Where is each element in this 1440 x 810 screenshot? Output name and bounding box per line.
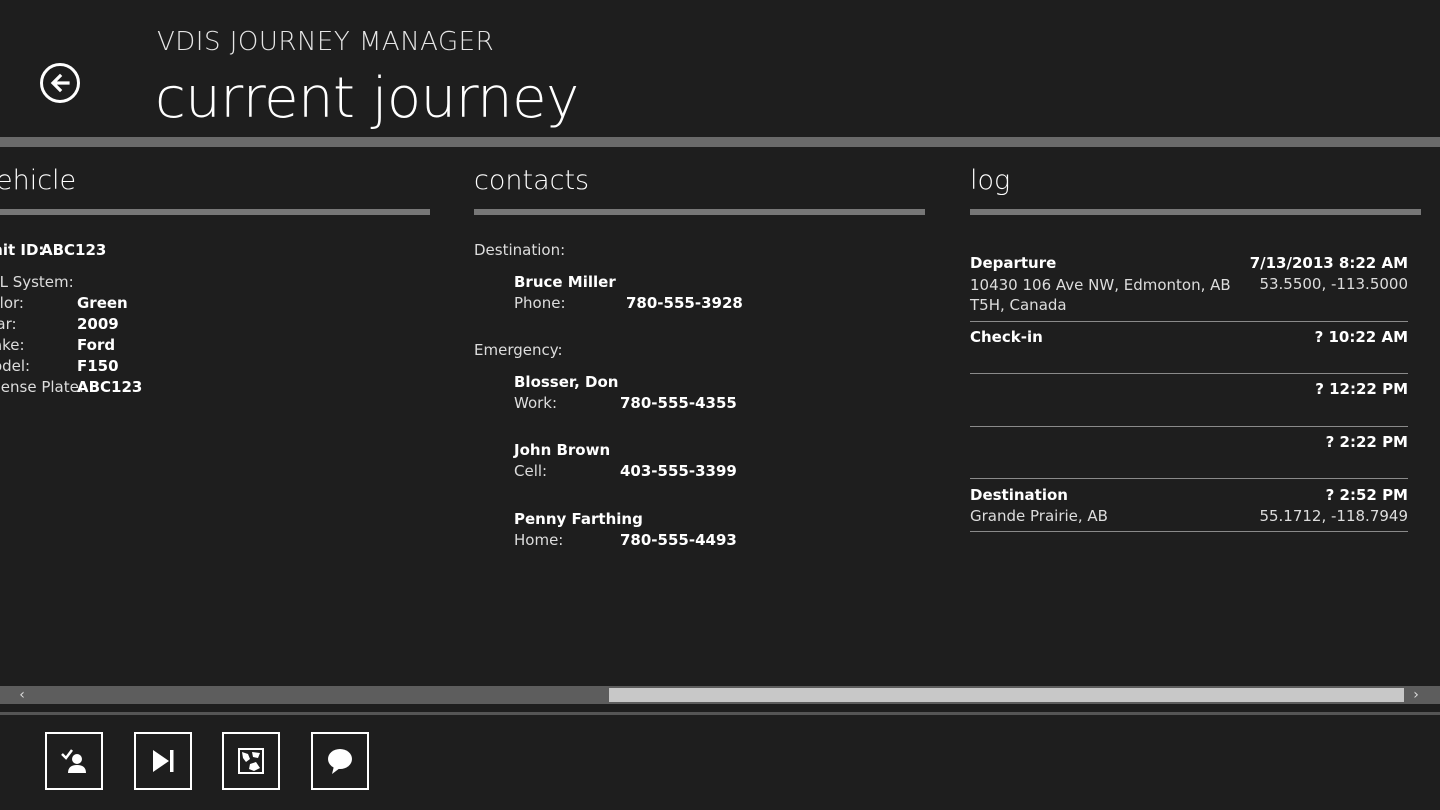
destination-phone-value[interactable]: 780-555-3928	[626, 294, 743, 312]
map-icon	[238, 748, 264, 774]
color-label: Color:	[0, 294, 24, 312]
scroll-left-arrow[interactable]: ‹	[13, 686, 31, 704]
app-title: VDIS JOURNEY MANAGER	[157, 27, 495, 57]
comment-icon	[328, 749, 352, 774]
emergency-contact-name: John Brown	[514, 441, 611, 459]
log-entry-coords: 53.5500, -113.5000	[1259, 275, 1408, 293]
emergency-contact-phone[interactable]: 780-555-4355	[620, 394, 737, 412]
model-label: Model:	[0, 357, 31, 375]
emergency-contact-phone-type: Home:	[514, 531, 564, 549]
log-entry-time: ? 10:22 AM	[1314, 328, 1408, 346]
log-entry-title: Destination	[970, 486, 1068, 504]
vehicle-section: vehicle Unit ID: ABC123 AVL System: Colo…	[0, 165, 430, 425]
color-value: Green	[77, 294, 128, 312]
emergency-contact-phone-type: Work:	[514, 394, 558, 412]
vehicle-heading-rule	[0, 209, 430, 215]
log-entry-check-in[interactable]: Check-in ? 10:22 AM	[970, 328, 1408, 374]
skip-next-button[interactable]	[134, 732, 192, 790]
contacts-heading: contacts	[474, 165, 590, 196]
log-entry-title: Departure	[970, 254, 1057, 272]
contacts-section: contacts Destination: Bruce Miller Phone…	[474, 165, 925, 565]
check-in-person-icon	[61, 749, 86, 773]
log-entry-scheduled[interactable]: ? 12:22 PM	[970, 380, 1408, 427]
make-label: Make:	[0, 336, 25, 354]
destination-phone-label: Phone:	[514, 294, 566, 312]
year-value: 2009	[77, 315, 119, 333]
license-plate-value: ABC123	[77, 378, 143, 396]
destination-contact-label: Destination:	[474, 241, 566, 259]
year-label: Year:	[0, 315, 17, 333]
skip-next-icon	[153, 750, 174, 772]
page-title: current journey	[155, 66, 579, 131]
horizontal-scrollbar[interactable]: ‹ ›	[0, 686, 1440, 704]
emergency-contact-name: Blosser, Don	[514, 373, 619, 391]
log-entry-address: 10430 106 Ave NW, Edmonton, AB T5H, Cana…	[970, 276, 1231, 314]
unit-id-value: ABC123	[41, 241, 107, 259]
destination-contact-name: Bruce Miller	[514, 273, 616, 291]
log-heading-rule	[970, 209, 1421, 215]
avl-system-label: AVL System:	[0, 273, 74, 291]
vehicle-heading: vehicle	[0, 165, 77, 196]
license-plate-label: License Plate:	[0, 378, 84, 396]
back-arrow-icon	[50, 73, 70, 93]
comment-button[interactable]	[311, 732, 369, 790]
log-section: log Departure 7/13/2013 8:22 AM 10430 10…	[970, 165, 1421, 565]
model-value: F150	[77, 357, 119, 375]
app-bar-divider	[0, 712, 1440, 715]
emergency-contact-phone-type: Cell:	[514, 462, 548, 480]
log-entry-coords: 55.1712, -118.7949	[1259, 507, 1408, 525]
unit-id-label: Unit ID:	[0, 241, 45, 259]
log-entry-departure[interactable]: Departure 7/13/2013 8:22 AM 10430 106 Av…	[970, 254, 1408, 322]
log-entry-time: ? 12:22 PM	[1315, 380, 1408, 398]
log-entry-title: Check-in	[970, 328, 1043, 346]
log-entry-time: ? 2:52 PM	[1325, 486, 1408, 504]
log-entry-address: Grande Prairie, AB	[970, 507, 1108, 525]
emergency-contacts-label: Emergency:	[474, 341, 563, 359]
emergency-contact-phone[interactable]: 780-555-4493	[620, 531, 737, 549]
contacts-heading-rule	[474, 209, 925, 215]
log-entry-destination[interactable]: Destination ? 2:52 PM Grande Prairie, AB…	[970, 486, 1408, 532]
header-divider	[0, 137, 1440, 147]
check-in-button[interactable]	[45, 732, 103, 790]
make-value: Ford	[77, 336, 116, 354]
back-button[interactable]	[40, 63, 80, 103]
emergency-contact-phone[interactable]: 403-555-3399	[620, 462, 737, 480]
log-entry-time: ? 2:22 PM	[1325, 433, 1408, 451]
emergency-contact-name: Penny Farthing	[514, 510, 643, 528]
log-entry-time: 7/13/2013 8:22 AM	[1249, 254, 1408, 272]
scrollbar-thumb[interactable]	[609, 688, 1404, 702]
map-button[interactable]	[222, 732, 280, 790]
log-entry-scheduled[interactable]: ? 2:22 PM	[970, 433, 1408, 479]
scroll-right-arrow[interactable]: ›	[1407, 686, 1425, 704]
log-heading: log	[970, 165, 1011, 196]
